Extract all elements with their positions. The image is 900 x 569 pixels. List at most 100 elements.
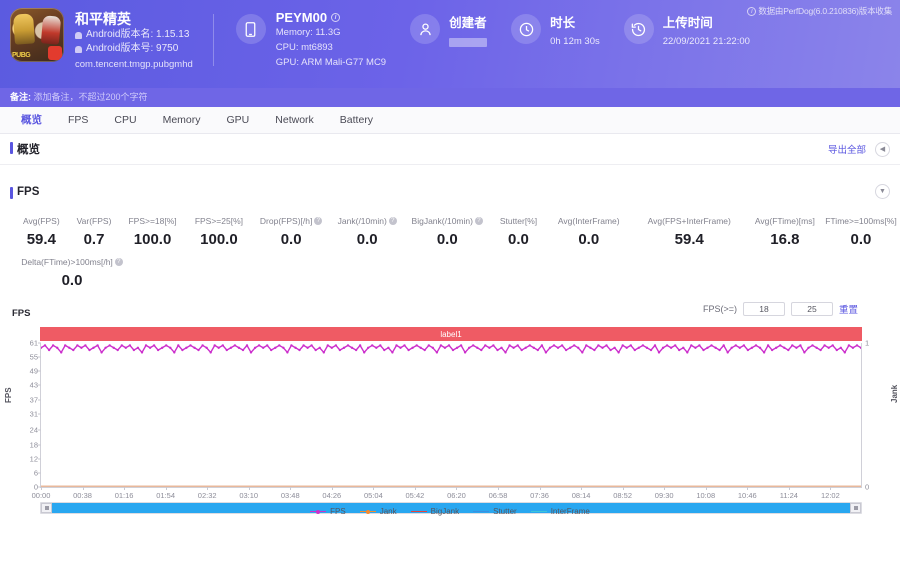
stat-label: Drop(FPS)[/h]? <box>252 216 330 226</box>
stat-value: 0.0 <box>436 231 458 248</box>
y-axis-tick-mark <box>38 458 41 460</box>
legend-item-FPS[interactable]: FPS <box>310 507 346 516</box>
stat-Avg(FTime)[ms]: Avg(FTime)[ms] 16.8 <box>748 216 822 248</box>
legend-item-Stutter[interactable]: Stutter <box>473 507 517 516</box>
creator-block: 创建者 <box>410 8 488 52</box>
clock-icon <box>511 14 542 44</box>
x-axis-tick: 04:26 <box>322 491 342 500</box>
stat-label: Delta(FTime)>100ms[/h]? <box>14 257 130 267</box>
x-axis-tick: 01:54 <box>156 491 176 500</box>
stat-value: 0.0 <box>61 272 83 289</box>
help-icon[interactable]: ? <box>314 217 323 225</box>
tab-Memory[interactable]: Memory <box>150 107 214 134</box>
app-version-name-row: Android版本名: 1.15.13 <box>75 28 193 42</box>
fps-section-header: FPS ▼ <box>0 176 900 207</box>
tab-CPU[interactable]: CPU <box>101 107 149 134</box>
help-icon[interactable]: ? <box>388 217 397 225</box>
stat-Jank(/10min): Jank(/10min)? 0.0 <box>330 216 404 248</box>
stat-Avg(InterFrame): Avg(InterFrame) 0.0 <box>547 216 631 248</box>
x-axis-tick: 08:52 <box>613 491 633 500</box>
threshold-low-input[interactable] <box>742 302 785 316</box>
chart-legend: FPS Jank BigJank Stutter InterFrame <box>0 507 900 516</box>
y2-axis-tick: 1 <box>865 338 870 348</box>
chart-title: FPS <box>12 308 31 319</box>
x-axis-tick-mark <box>456 487 458 490</box>
tab-FPS[interactable]: FPS <box>55 107 101 134</box>
x-axis-tick: 10:46 <box>737 491 757 500</box>
x-axis-tick: 05:04 <box>363 491 383 500</box>
y2-axis-tick: 0 <box>865 482 870 492</box>
stat-Drop(FPS)[/h]: Drop(FPS)[/h]? 0.0 <box>252 216 330 248</box>
tab-GPU[interactable]: GPU <box>214 107 263 134</box>
duration-value: 0h 12m 30s <box>550 36 600 47</box>
upload-time-value: 22/09/2021 21:22:00 <box>662 36 750 47</box>
remark-bar[interactable]: 备注: 添加备注，不超过200个字符 <box>0 88 900 107</box>
stat-value: 0.0 <box>850 231 872 248</box>
stat-label: FTime>=100ms[%] <box>825 216 897 226</box>
tab-Network[interactable]: Network <box>262 107 327 134</box>
legend-label: InterFrame <box>550 507 590 516</box>
stat-Stutter[%]: Stutter[%] 0.0 <box>490 216 547 248</box>
tab-概览[interactable]: 概览 <box>8 107 55 134</box>
threshold-label: FPS(>=) <box>702 304 737 314</box>
plot-area[interactable]: 0 6 12 18 24 31 37 43 49 55 61 0 1 00:00 00:38 01:16 01:… <box>30 339 870 501</box>
fps-line-series <box>41 343 861 487</box>
y-axis-tick-mark <box>38 370 41 372</box>
x-axis-tick-mark <box>248 487 250 490</box>
label-bar[interactable]: label1 <box>40 327 862 341</box>
stat-FPS>=25[%]: FPS>=25[%] 100.0 <box>186 216 252 248</box>
legend-marker <box>310 508 327 516</box>
stat-FPS>=18[%]: FPS>=18[%] 100.0 <box>119 216 185 248</box>
y-axis-tick: 43 <box>29 380 38 390</box>
info-icon[interactable]: i <box>331 13 341 22</box>
x-axis-tick-mark <box>82 487 84 490</box>
y-axis-tick: 49 <box>29 366 38 376</box>
chevron-left-icon[interactable]: ◀ <box>875 141 890 157</box>
legend-item-Jank[interactable]: Jank <box>359 507 397 516</box>
history-icon <box>623 14 654 44</box>
stat-Avg(FPS+InterFrame): Avg(FPS+InterFrame) 59.4 <box>631 216 748 248</box>
y-axis-tick-mark <box>38 356 41 358</box>
legend-item-InterFrame[interactable]: InterFrame <box>530 507 590 516</box>
x-axis-tick-mark <box>414 487 416 490</box>
x-axis-tick-mark <box>41 487 42 490</box>
x-axis-tick-mark <box>331 487 333 490</box>
x-axis-tick: 03:48 <box>280 491 300 500</box>
stat-label: Var(FPS) <box>76 216 112 226</box>
tab-Battery[interactable]: Battery <box>327 107 386 134</box>
x-axis-tick-mark <box>747 487 749 490</box>
threshold-high-input[interactable] <box>790 302 833 316</box>
legend-item-BigJank[interactable]: BigJank <box>410 507 459 516</box>
tab-bar: 概览 FPS CPU Memory GPU Network Battery <box>0 107 900 134</box>
x-axis-tick-mark <box>498 487 499 490</box>
x-axis-tick-mark <box>622 487 624 490</box>
help-icon[interactable]: ? <box>114 258 123 266</box>
y-axis-tick-mark <box>38 444 41 445</box>
help-icon[interactable]: ? <box>474 217 483 225</box>
stat-Delta(FTime)>100ms[/h]: Delta(FTime)>100ms[/h]? 0.0 <box>14 257 130 289</box>
chart-toolbar: FPS FPS(>=) 重置 <box>12 302 888 321</box>
chevron-down-icon[interactable]: ▼ <box>875 184 890 199</box>
export-all-button[interactable]: 导出全部 <box>828 142 866 156</box>
stat-label: Jank(/10min)? <box>330 216 404 226</box>
legend-marker <box>473 508 490 516</box>
y-axis-tick-mark <box>38 413 41 415</box>
fps-section-title: FPS <box>10 186 39 199</box>
x-axis-tick: 00:38 <box>73 491 92 500</box>
x-axis-tick: 10:08 <box>696 491 716 500</box>
remark-label: 备注: <box>10 92 31 102</box>
stat-label: Avg(InterFrame) <box>557 216 620 226</box>
perfdog-version-text: 数据由PerfDog(6.0.210836)版本收集 <box>758 6 892 16</box>
legend-marker <box>359 508 376 516</box>
x-axis-tick-mark <box>165 487 167 490</box>
reset-button[interactable]: 重置 <box>839 302 858 316</box>
x-axis-tick: 02:32 <box>197 491 217 500</box>
x-axis-tick-mark <box>581 487 583 490</box>
label-bar-text: label1 <box>440 329 462 339</box>
info-icon: i <box>747 6 757 16</box>
y-axis-tick: 18 <box>29 440 38 449</box>
app-icon-tag: PUBG <box>12 52 31 59</box>
stat-value: 0.7 <box>83 231 105 248</box>
device-cpu: CPU: mt6893 <box>275 42 333 53</box>
y-axis-tick: 31 <box>29 409 38 419</box>
